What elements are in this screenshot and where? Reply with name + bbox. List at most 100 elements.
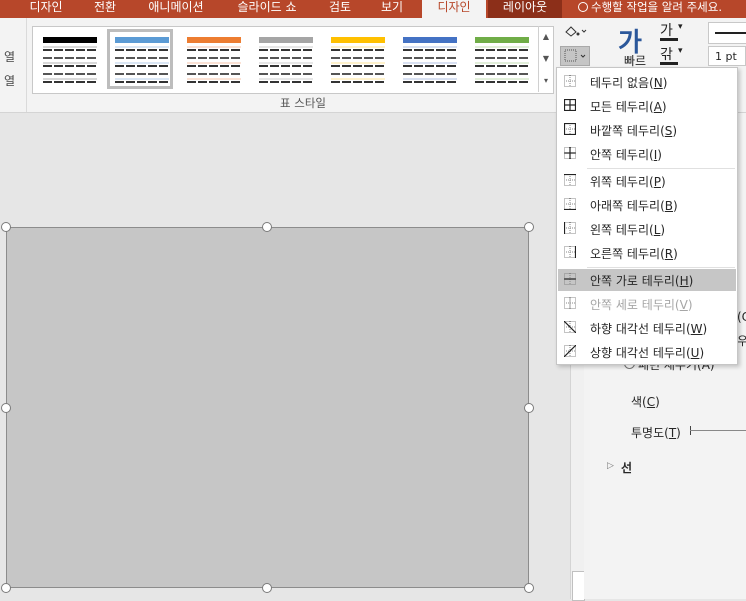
table-style-thumb[interactable] — [467, 29, 533, 89]
text-outline-button[interactable]: 갂 — [660, 44, 673, 64]
table-style-row — [43, 57, 97, 59]
border-menu-item[interactable]: 상향 대각선 테두리(U) — [558, 341, 736, 363]
border-menu-item[interactable]: 하향 대각선 테두리(W) — [558, 317, 736, 339]
border-menu-item[interactable]: 안쪽 가로 테두리(H) — [558, 269, 736, 291]
tell-me-text: 수행할 작업을 알려 주세요. — [591, 0, 723, 14]
table-placeholder[interactable] — [6, 227, 529, 588]
resize-handle[interactable] — [524, 583, 534, 593]
transparency-slider[interactable] — [690, 430, 746, 431]
first-column-label[interactable]: 열 — [4, 48, 15, 65]
color-label: 색(C) — [631, 395, 660, 409]
table-style-row — [115, 49, 169, 51]
table-style-row — [187, 57, 241, 59]
pane-partial-c: (C — [737, 310, 746, 324]
resize-handle[interactable] — [262, 222, 272, 232]
border-menu-item[interactable]: 바깥쪽 테두리(S) — [558, 119, 736, 141]
border-menu-item[interactable]: 안쪽 테두리(I) — [558, 143, 736, 165]
table-style-thumb[interactable] — [323, 29, 389, 89]
text-outline-dropdown-icon[interactable]: ▾ — [678, 46, 683, 56]
border-menu-item[interactable]: 오른쪽 테두리(R) — [558, 242, 736, 264]
shading-button[interactable] — [560, 22, 588, 40]
border-menu-label: 아래쪽 테두리(B) — [590, 199, 678, 213]
table-style-row — [475, 65, 529, 67]
last-column-label[interactable]: 열 — [4, 72, 15, 89]
table-style-thumb[interactable] — [107, 29, 173, 89]
border-menu-label: 위쪽 테두리(P) — [590, 175, 666, 189]
border-none-icon — [564, 75, 576, 87]
pen-style-line — [715, 32, 746, 34]
menu-separator — [587, 168, 735, 169]
border-menu-item[interactable]: 모든 테두리(A) — [558, 95, 736, 117]
border-menu-item[interactable]: 위쪽 테두리(P) — [558, 170, 736, 192]
gallery-up-icon[interactable]: ▲ — [539, 26, 553, 48]
tab-slideshow[interactable]: 슬라이드 쇼 — [224, 0, 310, 18]
tab-design[interactable]: 디자인 — [18, 0, 74, 18]
border-menu-label: 하향 대각선 테두리(W) — [590, 322, 708, 336]
paint-bucket-icon — [565, 26, 587, 37]
resize-handle[interactable] — [1, 403, 11, 413]
tab-view[interactable]: 보기 — [370, 0, 414, 18]
border-menu-item[interactable]: 아래쪽 테두리(B) — [558, 194, 736, 216]
table-style-thumb[interactable] — [251, 29, 317, 89]
expand-arrow-icon[interactable]: ▷ — [607, 461, 614, 471]
tab-table-design[interactable]: 디자인 — [422, 0, 486, 18]
borders-button[interactable] — [560, 46, 590, 66]
gallery-more-icon[interactable]: ▾ — [539, 70, 553, 92]
table-style-row — [187, 73, 241, 75]
table-style-row — [115, 81, 169, 83]
table-style-header-row — [115, 37, 169, 43]
table-style-row — [43, 49, 97, 51]
table-style-thumb[interactable] — [395, 29, 461, 89]
resize-handle[interactable] — [262, 583, 272, 593]
table-styles-group-label: 표 스타일 — [280, 96, 326, 110]
pen-weight-box[interactable]: 1 pt — [708, 46, 746, 66]
tab-transitions[interactable]: 전환 — [80, 0, 130, 18]
border-menu-item: 안쪽 세로 테두리(V) — [558, 293, 736, 315]
text-fill-color-bar — [660, 38, 678, 41]
table-style-row — [43, 81, 97, 83]
resize-handle[interactable] — [524, 403, 534, 413]
text-fill-button[interactable]: 가 — [660, 20, 673, 40]
border-menu-label: 안쪽 테두리(I) — [590, 148, 662, 162]
border-menu-label: 상향 대각선 테두리(U) — [590, 346, 705, 360]
resize-handle[interactable] — [1, 222, 11, 232]
table-style-thumb[interactable] — [179, 29, 245, 89]
tab-animations[interactable]: 애니메이션 — [138, 0, 214, 18]
ribbon-tab-bar: 디자인 전환 애니메이션 슬라이드 쇼 검토 보기 디자인 레이아웃 수행할 작… — [0, 0, 746, 18]
border-menu-label: 왼쪽 테두리(L) — [590, 223, 666, 237]
gallery-down-icon[interactable]: ▼ — [539, 48, 553, 70]
tell-me-box[interactable]: 수행할 작업을 알려 주세요. — [578, 0, 722, 18]
table-style-thumb[interactable] — [35, 29, 101, 89]
tab-table-layout[interactable]: 레이아웃 — [488, 0, 562, 18]
border-top-icon — [564, 173, 576, 186]
border-menu-item[interactable]: 왼쪽 테두리(L) — [558, 218, 736, 240]
table-style-header-row — [259, 37, 313, 43]
table-style-row — [331, 49, 385, 51]
pen-style-box[interactable] — [708, 22, 746, 44]
table-style-row — [331, 81, 385, 83]
tab-review[interactable]: 검토 — [318, 0, 362, 18]
pane-partial-u: 우 — [737, 334, 746, 348]
border-diagonal-up-icon — [563, 344, 577, 358]
table-style-row — [259, 57, 313, 59]
table-style-row — [403, 49, 457, 51]
resize-handle[interactable] — [524, 222, 534, 232]
table-style-row — [259, 81, 313, 83]
table-style-row — [403, 65, 457, 67]
border-menu-item[interactable]: 테두리 없음(N) — [558, 71, 736, 93]
border-inside-icon — [564, 147, 576, 159]
transparency-label: 투명도(T) — [631, 426, 681, 440]
line-section-header[interactable]: 선 — [621, 459, 632, 476]
border-all-icon — [563, 98, 577, 112]
table-styles-gallery — [32, 26, 554, 94]
text-fill-dropdown-icon[interactable]: ▾ — [678, 22, 683, 32]
table-style-row — [187, 81, 241, 83]
table-style-header-row — [331, 37, 385, 43]
border-diagonal-down-icon — [563, 320, 577, 334]
border-menu-label: 오른쪽 테두리(R) — [590, 247, 678, 261]
table-style-row — [403, 81, 457, 83]
resize-handle[interactable] — [1, 583, 11, 593]
table-style-row — [331, 73, 385, 75]
border-right-icon — [564, 246, 577, 258]
table-style-row — [475, 73, 529, 75]
